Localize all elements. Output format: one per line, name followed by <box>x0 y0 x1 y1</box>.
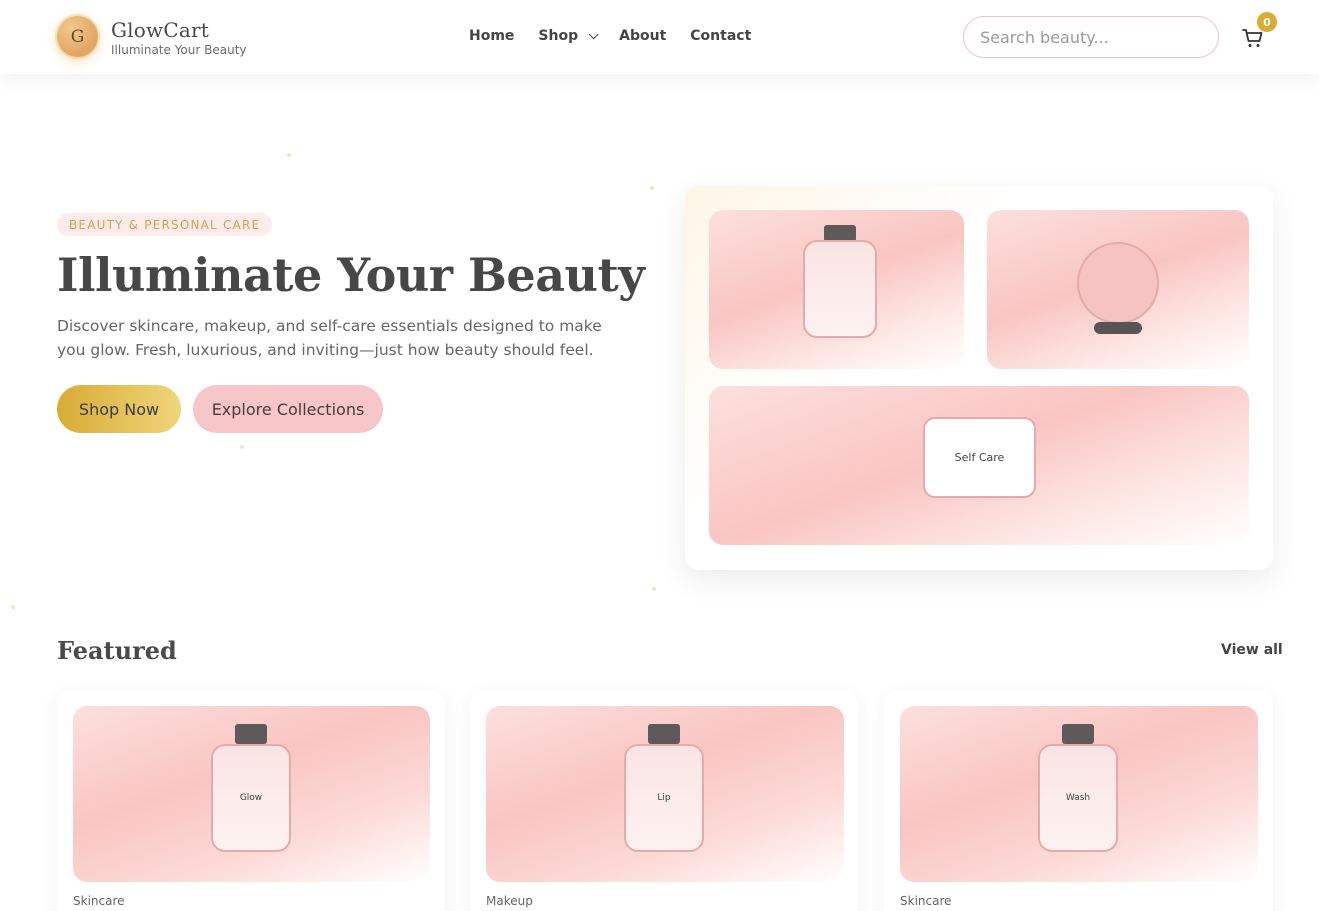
hero-showcase-card: Self Care <box>685 186 1273 570</box>
sparkle-decoration <box>652 587 656 591</box>
showcase-tile-bottle[interactable] <box>709 210 964 369</box>
hero-description: Discover skincare, makeup, and self-care… <box>57 317 602 359</box>
explore-collections-button[interactable]: Explore Collections <box>193 385 383 433</box>
product-image[interactable]: Glow <box>73 706 430 882</box>
product-category: Skincare <box>900 894 952 908</box>
view-all-link[interactable]: View all <box>1221 642 1283 658</box>
product-image[interactable]: Wash <box>900 706 1258 882</box>
featured-title: Featured <box>57 636 177 665</box>
hero-title: Illuminate Your Beauty <box>57 248 645 302</box>
nav-shop-label: Shop <box>538 28 579 44</box>
product-label: Lip <box>657 793 671 803</box>
site-header: G GlowCart Illuminate Your Beauty Home S… <box>0 0 1319 74</box>
compact-mirror-icon <box>1077 242 1159 324</box>
product-label: Glow <box>239 793 263 803</box>
bottle-icon: Glow <box>211 744 291 852</box>
search-input[interactable] <box>963 16 1219 58</box>
brand-tagline: Illuminate Your Beauty <box>111 43 247 57</box>
bottle-icon <box>803 240 877 338</box>
product-category: Makeup <box>486 894 533 908</box>
product-image[interactable]: Lip <box>486 706 844 882</box>
nav-home-label: Home <box>469 28 515 44</box>
nav-home[interactable]: Home <box>469 28 514 44</box>
product-category: Skincare <box>73 894 125 908</box>
bottle-cap-icon <box>235 724 267 744</box>
product-card[interactable]: Lip Makeup <box>470 690 858 911</box>
sparkle-decoration <box>11 605 15 609</box>
logo-badge[interactable]: G <box>57 16 98 57</box>
category-eyebrow: BEAUTY & PERSONAL CARE <box>57 213 273 236</box>
bottle-cap-icon <box>1062 724 1094 744</box>
main-nav: Home Shop About Contact <box>469 28 775 44</box>
nav-contact[interactable]: Contact <box>690 28 751 44</box>
product-label: Wash <box>1065 793 1091 803</box>
nav-shop[interactable]: Shop <box>538 28 599 44</box>
cart-count-badge: 0 <box>1257 12 1277 32</box>
sparkle-decoration <box>287 153 291 157</box>
sparkle-decoration <box>650 186 654 190</box>
nav-contact-label: Contact <box>690 28 752 44</box>
bottle-cap-icon <box>648 724 680 744</box>
sparkle-decoration <box>240 445 244 449</box>
self-care-label: Self Care <box>923 417 1036 498</box>
nav-about[interactable]: About <box>619 28 666 44</box>
mirror-base-icon <box>1094 322 1142 334</box>
chevron-down-icon <box>588 28 599 39</box>
showcase-tile-mirror[interactable] <box>987 210 1249 369</box>
bottle-icon: Lip <box>624 744 704 852</box>
showcase-tile-selfcare[interactable]: Self Care <box>709 386 1249 545</box>
bottle-icon: Wash <box>1038 744 1118 852</box>
shop-now-button[interactable]: Shop Now <box>57 385 181 433</box>
brand-name[interactable]: GlowCart <box>111 18 209 42</box>
product-card[interactable]: Glow Skincare <box>57 690 445 911</box>
product-card[interactable]: Wash Skincare <box>884 690 1273 911</box>
nav-about-label: About <box>619 28 667 44</box>
